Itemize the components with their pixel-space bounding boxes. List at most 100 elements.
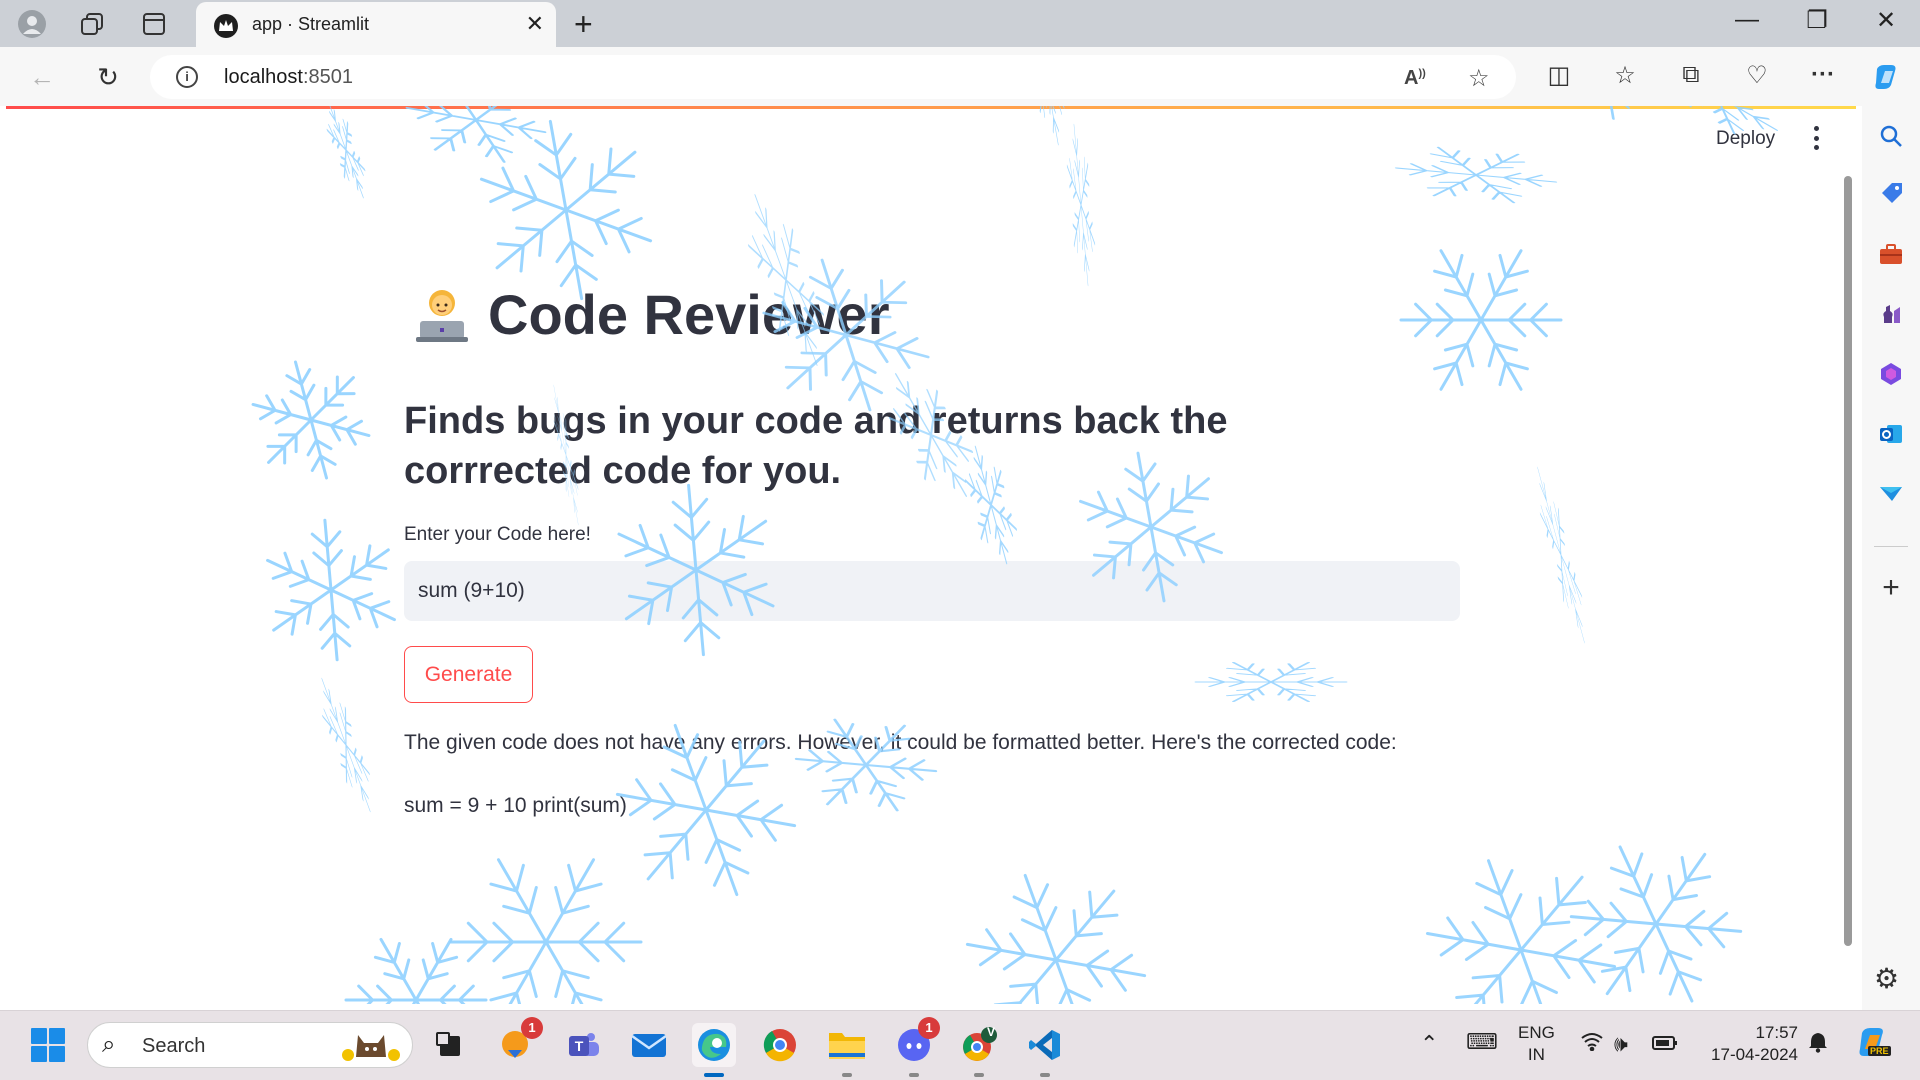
sidebar-tools-icon[interactable] xyxy=(1875,238,1907,270)
clock[interactable]: 17:57 17-04-2024 xyxy=(1700,1022,1798,1066)
sidebar-outlook-icon[interactable] xyxy=(1875,418,1907,450)
search-highlight-icon xyxy=(342,1035,400,1061)
sidebar-add-icon[interactable]: + xyxy=(1875,571,1907,604)
favorites-icon[interactable]: ☆ xyxy=(1608,61,1642,90)
snowfall-foreground xyxy=(553,194,1223,897)
collections-icon[interactable]: ⧉ xyxy=(1674,61,1708,89)
main-menu-icon[interactable] xyxy=(1811,126,1821,150)
taskbar-mail-icon[interactable] xyxy=(627,1023,671,1067)
favorite-star-icon[interactable]: ☆ xyxy=(1468,64,1490,93)
snowflake xyxy=(1394,146,1558,204)
profile-initial: V xyxy=(987,1025,996,1039)
snowflake xyxy=(405,106,547,163)
sidebar-shopping-icon[interactable] xyxy=(1875,178,1907,210)
snowflake xyxy=(1569,845,1743,1003)
generate-button[interactable]: Generate xyxy=(404,646,533,703)
deploy-button[interactable]: Deploy xyxy=(1716,128,1775,150)
address-bar[interactable]: i localhost:8501 A)) ☆ xyxy=(150,55,1516,99)
running-indicator xyxy=(909,1073,919,1077)
search-icon: ⌕ xyxy=(102,1031,116,1058)
windows-start-icon[interactable] xyxy=(31,1028,65,1062)
workspaces-icon[interactable] xyxy=(76,8,108,40)
copilot-taskbar-icon[interactable]: PRE xyxy=(1856,1025,1891,1065)
sidebar-search-icon[interactable] xyxy=(1875,120,1907,152)
url-text[interactable]: localhost:8501 xyxy=(224,66,353,89)
address-toolbar: ← ↻ i localhost:8501 A)) ☆ ◫ ☆ ⧉ ♡ ··· xyxy=(0,47,1920,106)
taskbar-discord-icon[interactable]: 1 xyxy=(892,1017,940,1077)
copilot-icon[interactable] xyxy=(1870,61,1904,100)
svg-text:T: T xyxy=(575,1038,584,1054)
snowflake-shape xyxy=(1194,662,1348,702)
vertical-tabs-icon[interactable] xyxy=(138,8,170,40)
snowflake xyxy=(251,360,371,480)
snowflake xyxy=(326,106,366,199)
snowflake-shape xyxy=(1027,106,1065,146)
taskbar-chrome-icon[interactable] xyxy=(758,1023,802,1067)
sidebar-drop-icon[interactable] xyxy=(1875,478,1907,510)
snowflake xyxy=(1517,106,1685,120)
tab-title: app · Streamlit xyxy=(252,14,370,34)
sidebar-games-icon[interactable] xyxy=(1875,298,1907,330)
volume-icon[interactable]: 🕪 xyxy=(1614,1031,1628,1057)
taskbar-edge-icon[interactable] xyxy=(692,1023,736,1077)
snowflake xyxy=(266,518,396,662)
snowflake xyxy=(1066,123,1096,287)
running-indicator xyxy=(842,1073,852,1077)
wifi-icon[interactable] xyxy=(1580,1031,1604,1057)
new-tab-button[interactable]: + xyxy=(574,6,593,43)
scrollbar[interactable] xyxy=(1844,176,1852,946)
response-text: The given code does not have any errors.… xyxy=(404,731,1397,754)
app-viewport: Deploy Code Reviewer Finds bugs in your … xyxy=(6,106,1856,1004)
tab-close-icon[interactable]: ✕ xyxy=(526,11,544,37)
keyboard-icon[interactable]: ⌨ xyxy=(1466,1029,1498,1055)
streamlit-crown-icon xyxy=(214,14,238,38)
snowflake-shape xyxy=(321,677,371,813)
battery-icon[interactable] xyxy=(1652,1031,1678,1057)
taskbar-task-view-icon[interactable] xyxy=(428,1023,472,1067)
minimize-icon[interactable]: — xyxy=(1727,6,1767,34)
technologist-emoji-icon xyxy=(416,289,468,342)
active-indicator xyxy=(704,1073,724,1077)
profile-avatar-icon[interactable] xyxy=(16,8,48,40)
refresh-icon[interactable]: ↻ xyxy=(92,61,124,93)
notification-bell-icon[interactable] xyxy=(1808,1031,1828,1059)
browser-essentials-icon[interactable]: ♡ xyxy=(1740,61,1774,90)
taskbar-vscode-icon[interactable] xyxy=(1023,1023,1067,1077)
more-menu-icon[interactable]: ··· xyxy=(1806,61,1840,89)
snowflake-shape xyxy=(326,106,366,199)
sidebar-divider xyxy=(1874,546,1908,547)
restore-icon[interactable]: ❐ xyxy=(1797,6,1837,35)
snowflake-shape xyxy=(965,873,1147,1004)
taskbar-search[interactable]: ⌕ Search xyxy=(87,1022,413,1068)
snowflake-shape xyxy=(449,858,643,1004)
snowflake xyxy=(449,858,643,1004)
snowflake xyxy=(1537,466,1585,644)
code-input[interactable] xyxy=(404,561,1460,621)
read-aloud-icon[interactable]: A)) xyxy=(1404,67,1426,90)
running-indicator xyxy=(1040,1073,1050,1077)
close-window-icon[interactable]: ✕ xyxy=(1866,6,1906,35)
sidebar-microsoft365-icon[interactable] xyxy=(1875,358,1907,390)
snowflake xyxy=(1194,662,1348,702)
sidebar-settings-icon[interactable]: ⚙ xyxy=(1874,962,1899,995)
region-code: IN xyxy=(1527,1045,1545,1064)
snowflake xyxy=(344,937,488,1004)
subheader: Finds bugs in your code and returns back… xyxy=(404,400,1228,492)
snowflake-shape xyxy=(266,518,396,662)
show-hidden-icons-icon[interactable]: ⌃ xyxy=(1420,1031,1438,1057)
corrected-code: sum = 9 + 10 print(sum) xyxy=(404,794,627,817)
site-info-icon[interactable]: i xyxy=(176,66,198,88)
taskbar-notifications-app-icon[interactable]: 1 xyxy=(495,1017,543,1067)
snowflake-shape xyxy=(1569,845,1743,1003)
snowflake xyxy=(965,873,1147,1004)
back-arrow-icon[interactable]: ← xyxy=(26,61,58,93)
taskbar-teams-icon[interactable]: T xyxy=(562,1023,606,1067)
code-input-label: Enter your Code here! xyxy=(404,524,591,545)
language-indicator[interactable]: ENG IN xyxy=(1518,1022,1555,1066)
tab-app-streamlit[interactable]: app · Streamlit ✕ xyxy=(196,2,556,47)
taskbar-file-explorer-icon[interactable] xyxy=(825,1023,869,1077)
taskbar-chrome-profile-icon[interactable]: V xyxy=(957,1023,1001,1077)
snowfall-background xyxy=(251,106,1778,1004)
clock-time: 17:57 xyxy=(1755,1023,1798,1042)
split-screen-icon[interactable]: ◫ xyxy=(1542,61,1576,90)
